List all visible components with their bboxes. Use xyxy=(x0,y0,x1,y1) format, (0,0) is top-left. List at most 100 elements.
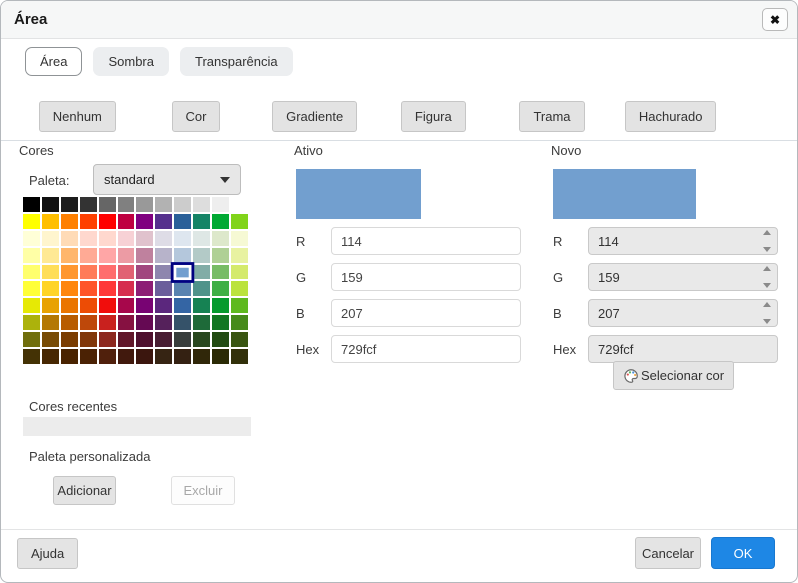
palette-swatch[interactable] xyxy=(136,231,153,246)
palette-swatch[interactable] xyxy=(155,332,172,347)
palette-swatch[interactable] xyxy=(136,349,153,364)
palette-swatch[interactable] xyxy=(61,214,78,229)
fill-type-hachurado[interactable]: Hachurado xyxy=(625,101,717,132)
palette-swatch[interactable] xyxy=(80,332,97,347)
palette-swatch[interactable] xyxy=(193,231,210,246)
spin-up-button[interactable] xyxy=(763,230,771,235)
active-r-input[interactable] xyxy=(331,227,521,255)
palette-swatch[interactable] xyxy=(231,315,248,330)
spin-down-button[interactable] xyxy=(763,283,771,288)
tab-area[interactable]: Área xyxy=(25,47,82,76)
palette-swatch[interactable] xyxy=(212,332,229,347)
palette-swatch[interactable] xyxy=(193,248,210,263)
palette-swatch[interactable] xyxy=(23,248,40,263)
palette-swatch[interactable] xyxy=(212,248,229,263)
palette-swatch[interactable] xyxy=(155,248,172,263)
fill-type-figura[interactable]: Figura xyxy=(401,101,466,132)
fill-type-nenhum[interactable]: Nenhum xyxy=(39,101,116,132)
palette-swatch[interactable] xyxy=(118,197,135,212)
palette-swatch[interactable] xyxy=(155,298,172,313)
new-r-input[interactable] xyxy=(588,227,778,255)
palette-swatch[interactable] xyxy=(80,298,97,313)
palette-swatch[interactable] xyxy=(212,281,229,296)
palette-swatch[interactable] xyxy=(231,349,248,364)
palette-swatch[interactable] xyxy=(23,265,40,280)
palette-swatch[interactable] xyxy=(193,315,210,330)
active-g-input[interactable] xyxy=(331,263,521,291)
palette-swatch[interactable] xyxy=(155,265,172,280)
palette-swatch[interactable] xyxy=(118,281,135,296)
palette-swatch[interactable] xyxy=(23,197,40,212)
palette-swatch[interactable] xyxy=(231,265,248,280)
palette-swatch[interactable] xyxy=(136,281,153,296)
palette-swatch[interactable] xyxy=(80,197,97,212)
active-hex-input[interactable] xyxy=(331,335,521,363)
palette-swatch[interactable] xyxy=(174,248,191,263)
palette-swatch[interactable] xyxy=(136,298,153,313)
palette-swatch[interactable] xyxy=(118,265,135,280)
palette-swatch[interactable] xyxy=(118,349,135,364)
palette-swatch[interactable] xyxy=(80,281,97,296)
spin-up-button[interactable] xyxy=(763,266,771,271)
palette-swatch[interactable] xyxy=(193,214,210,229)
palette-swatch[interactable] xyxy=(118,298,135,313)
fill-type-cor[interactable]: Cor xyxy=(172,101,221,132)
palette-swatch[interactable] xyxy=(23,214,40,229)
palette-swatch[interactable] xyxy=(212,349,229,364)
palette-swatch[interactable] xyxy=(99,231,116,246)
palette-swatch[interactable] xyxy=(174,349,191,364)
palette-swatch[interactable] xyxy=(80,214,97,229)
palette-swatch[interactable] xyxy=(193,281,210,296)
palette-swatch[interactable] xyxy=(42,248,59,263)
new-hex-input[interactable] xyxy=(588,335,778,363)
palette-swatch[interactable] xyxy=(99,349,116,364)
palette-swatch[interactable] xyxy=(118,248,135,263)
palette-swatch[interactable] xyxy=(61,315,78,330)
palette-swatch[interactable] xyxy=(61,332,78,347)
palette-swatch[interactable] xyxy=(99,248,116,263)
palette-swatch[interactable] xyxy=(155,214,172,229)
palette-swatch[interactable] xyxy=(193,349,210,364)
palette-swatch[interactable] xyxy=(231,231,248,246)
palette-swatch[interactable] xyxy=(42,332,59,347)
palette-swatch[interactable] xyxy=(174,332,191,347)
palette-swatch[interactable] xyxy=(174,231,191,246)
palette-swatch[interactable] xyxy=(80,231,97,246)
palette-swatch[interactable] xyxy=(231,197,248,212)
palette-swatch[interactable] xyxy=(42,281,59,296)
palette-swatch[interactable] xyxy=(231,214,248,229)
palette-swatch[interactable] xyxy=(23,315,40,330)
palette-swatch[interactable] xyxy=(174,281,191,296)
tab-sombra[interactable]: Sombra xyxy=(93,47,169,76)
add-button[interactable]: Adicionar xyxy=(53,476,116,505)
palette-swatch[interactable] xyxy=(155,315,172,330)
palette-swatch[interactable] xyxy=(136,265,153,280)
palette-swatch[interactable] xyxy=(61,248,78,263)
new-g-input[interactable] xyxy=(588,263,778,291)
palette-swatch[interactable] xyxy=(118,315,135,330)
fill-type-gradiente[interactable]: Gradiente xyxy=(272,101,357,132)
palette-swatch[interactable] xyxy=(174,197,191,212)
palette-swatch[interactable] xyxy=(155,231,172,246)
palette-swatch[interactable] xyxy=(212,265,229,280)
palette-swatch[interactable] xyxy=(42,197,59,212)
palette-swatch[interactable] xyxy=(212,315,229,330)
palette-swatch[interactable] xyxy=(23,281,40,296)
spin-up-button[interactable] xyxy=(763,302,771,307)
palette-swatch[interactable] xyxy=(99,315,116,330)
palette-swatch[interactable] xyxy=(174,315,191,330)
palette-swatch[interactable] xyxy=(136,214,153,229)
palette-swatch[interactable] xyxy=(99,332,116,347)
palette-swatch[interactable] xyxy=(212,214,229,229)
palette-swatch[interactable] xyxy=(99,197,116,212)
palette-swatch[interactable] xyxy=(61,281,78,296)
palette-swatch[interactable] xyxy=(136,197,153,212)
palette-swatch[interactable] xyxy=(136,315,153,330)
palette-swatch[interactable] xyxy=(42,349,59,364)
spin-down-button[interactable] xyxy=(763,319,771,324)
delete-button[interactable]: Excluir xyxy=(171,476,235,505)
spin-down-button[interactable] xyxy=(763,247,771,252)
palette-swatch[interactable] xyxy=(23,298,40,313)
palette-swatch[interactable] xyxy=(99,281,116,296)
active-b-input[interactable] xyxy=(331,299,521,327)
